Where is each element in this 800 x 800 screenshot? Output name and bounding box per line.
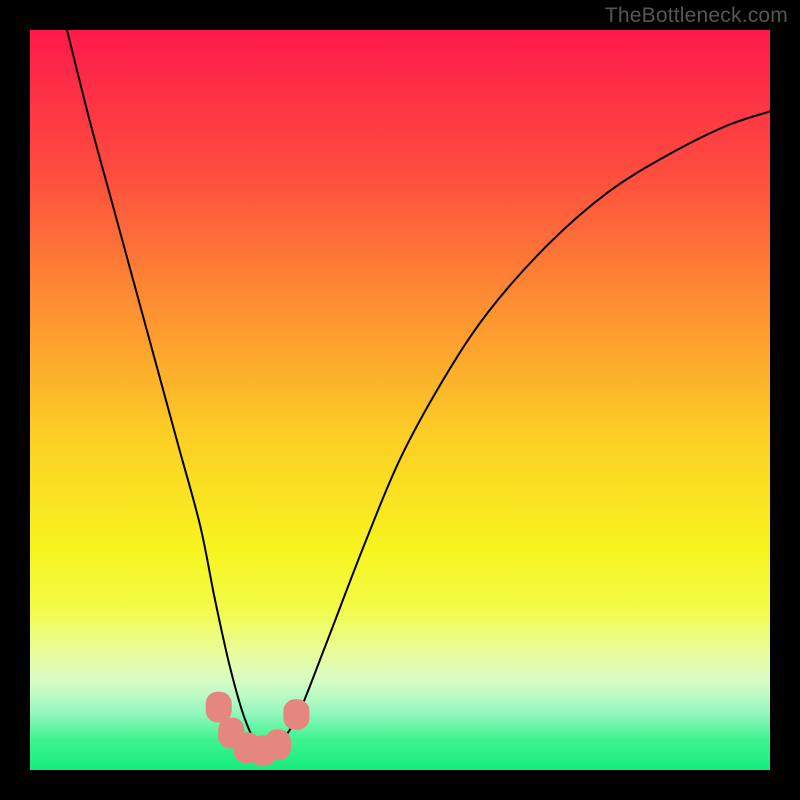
marker-5: [283, 699, 309, 730]
watermark-text: TheBottleneck.com: [605, 4, 788, 28]
chart-plot: [30, 30, 770, 770]
marker-4: [265, 729, 291, 760]
chart-svg: [30, 30, 770, 770]
chart-frame: TheBottleneck.com: [0, 0, 800, 800]
chart-background: [30, 30, 770, 770]
